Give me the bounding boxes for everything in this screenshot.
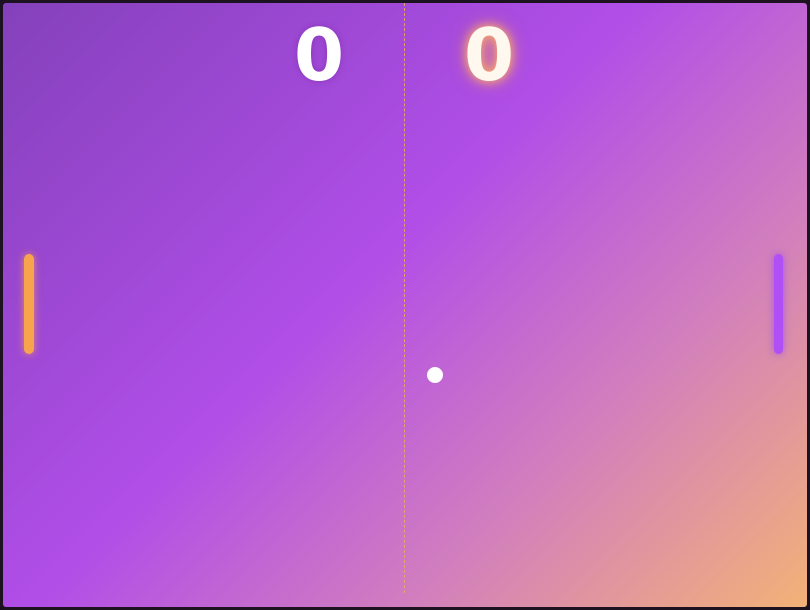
right-player-score: 0 <box>463 13 515 97</box>
right-paddle <box>774 254 783 354</box>
ball <box>427 367 443 383</box>
center-net-line <box>404 3 405 593</box>
pong-court[interactable]: 0 0 <box>3 3 807 607</box>
left-paddle[interactable] <box>24 254 34 354</box>
left-player-score: 0 <box>293 13 345 97</box>
game-frame: 0 0 <box>0 0 810 610</box>
